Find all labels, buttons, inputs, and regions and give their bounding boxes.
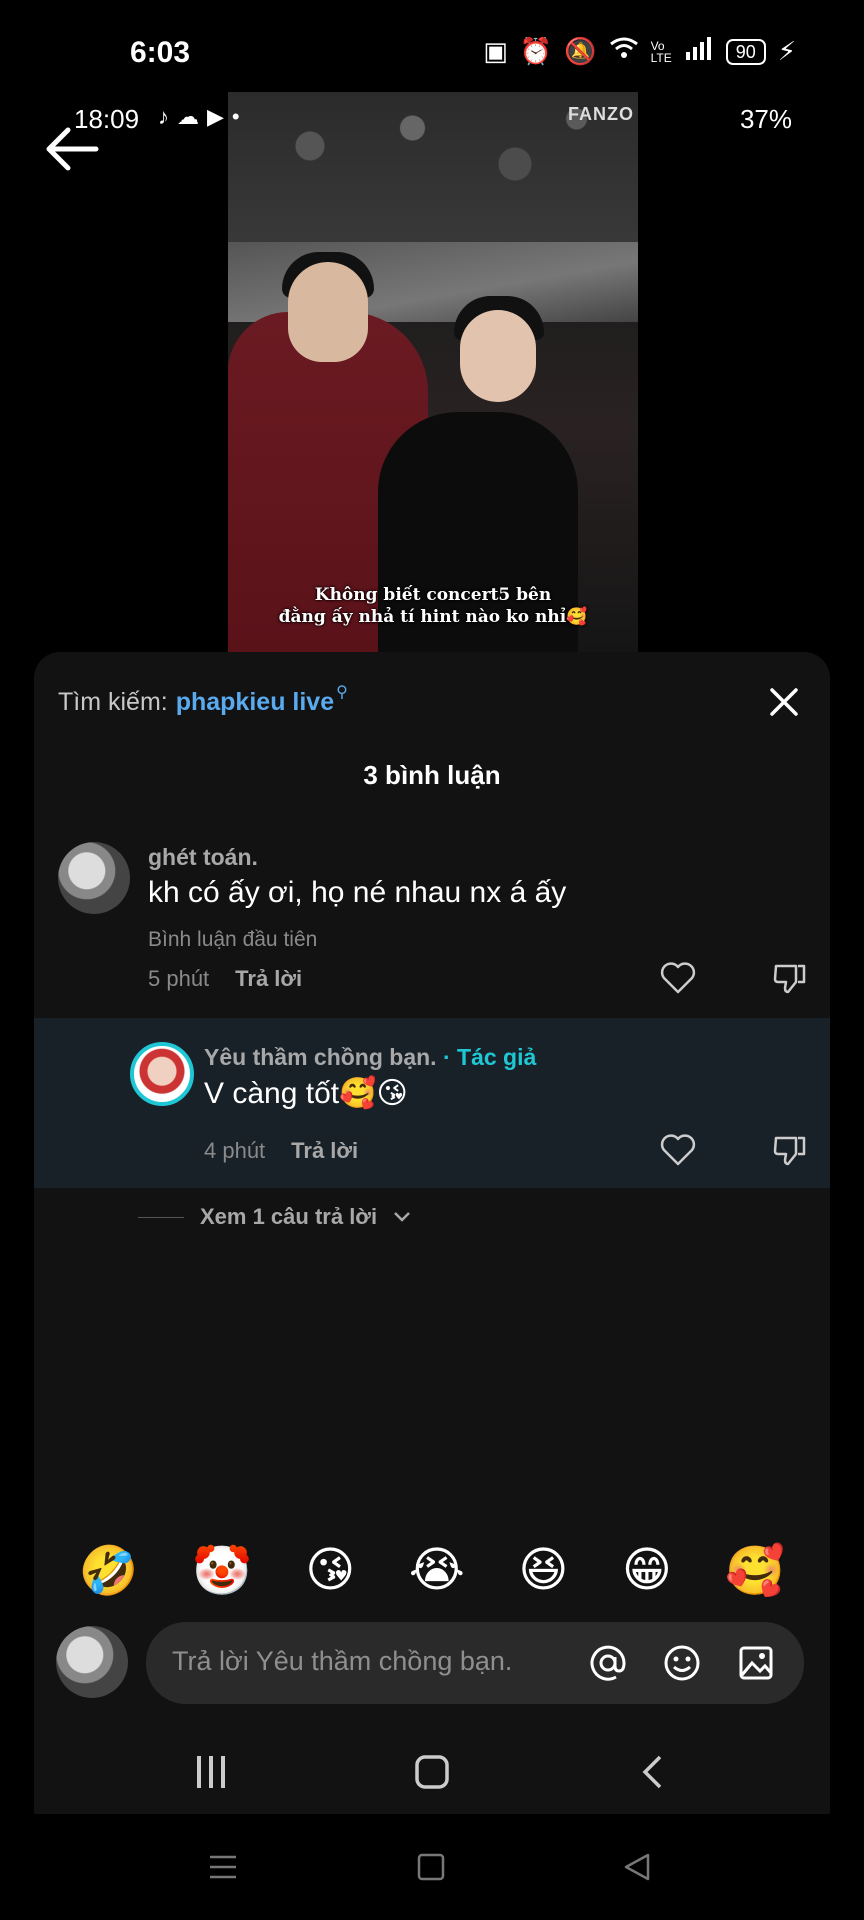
comment-item: ghét toán. kh có ấy ơi, họ né nhau nx á … [34,842,830,1002]
comment-text: kh có ấy ơi, họ né nhau nx á ấy [148,876,567,909]
like-button[interactable] [658,958,698,998]
thumbs-down-icon [773,964,806,994]
comment-time: 5 phút [148,966,210,991]
thumbs-down-icon [773,1136,806,1166]
weather-icon: ☁ [177,104,199,129]
emoji-laugh[interactable]: 😆 [518,1542,568,1599]
reply-item: Yêu thầm chồng bạn. · Tác giả V càng tốt… [34,1018,830,1188]
image-attach-button[interactable] [736,1643,776,1683]
emoji-quick-bar: 🤣 🤡 😘 😭 😆 😁 🥰 [34,1542,830,1599]
back-nav-icon[interactable] [640,1754,664,1790]
inner-nav-bar [34,1732,830,1812]
caption-line-1: Không biết concert5 bên [314,585,552,605]
back-button[interactable] [44,124,100,174]
view-more-replies-button[interactable]: Xem 1 câu trả lời [138,1204,411,1230]
author-tag: · Tác giả [442,1044,537,1070]
video-player[interactable]: FANZO Không biết concert5 bên đằng ấy nh… [228,92,638,652]
emoji-clown[interactable]: 🤡 [192,1542,252,1599]
tiktok-icon: ♪ [158,104,169,129]
youtube-icon: ▶ [207,104,224,129]
video-caption: Không biết concert5 bên đằng ấy nhả tí h… [228,584,638,628]
avatar[interactable] [130,1042,194,1106]
at-sign-icon [590,1645,626,1681]
reply-button[interactable]: Trả lời [235,966,302,992]
comments-count: 3 bình luận [363,760,501,790]
reply-input[interactable]: Trả lời Yêu thầm chồng bạn. [146,1622,804,1704]
home-icon[interactable] [416,1852,446,1882]
search-term-link[interactable]: phapkieu live [176,688,334,717]
caption-line-2: đằng ấy nhả tí hint nào ko nhỉ🥰 [278,607,588,627]
status-time: 6:03 [130,36,191,69]
first-comment-note: Bình luận đầu tiên [148,928,318,951]
signal-icon [684,36,714,67]
emoji-kiss[interactable]: 😘 [305,1542,355,1599]
search-label: Tìm kiếm: [58,687,168,716]
dislike-button[interactable] [770,958,810,998]
emoji-love[interactable]: 🥰 [725,1542,785,1599]
video-head-right [460,310,536,402]
comment-author[interactable]: Yêu thầm chồng bạn. [204,1044,437,1070]
chevron-down-icon [394,1212,410,1222]
recent-apps-icon[interactable] [194,1754,228,1790]
like-button[interactable] [658,1130,698,1170]
comment-meta: 5 phút Trả lời [148,966,302,992]
view-more-replies-label: Xem 1 câu trả lời [200,1204,378,1229]
status-icons: ▣ ⏰ 🔕 Vo LTE 90 ⚡ [483,36,796,67]
alarm-icon: ⏰ [519,36,553,66]
arrow-left-icon [46,127,99,171]
volte-icon: Vo LTE [650,38,672,65]
nfc-icon: ▣ [483,36,508,66]
video-head-left [288,262,368,362]
home-icon[interactable] [414,1754,450,1790]
inner-battery: 37% [739,104,792,134]
emoji-cry[interactable]: 😭 [409,1542,465,1599]
system-nav-bar [0,1830,864,1910]
close-icon [770,688,798,716]
inner-status-icons: ♪ ☁ ▶ • [158,104,240,130]
avatar [56,1626,128,1698]
video-watermark: FANZO [568,104,634,124]
dislike-button[interactable] [770,1130,810,1170]
battery-icon: 90 [725,38,766,65]
comment-time: 4 phút [204,1138,266,1163]
heart-icon [660,1134,696,1166]
search-icon: ⚲ [336,684,348,701]
avatar[interactable] [58,842,130,914]
comment-meta: 4 phút Trả lời [204,1138,358,1164]
smiley-icon [664,1645,700,1681]
comment-sheet: Tìm kiếm: phapkieu live ⚲ 3 bình luận gh… [34,652,830,1814]
image-icon [739,1646,773,1680]
comment-input-row: Trả lời Yêu thầm chồng bạn. [34,1622,830,1704]
reply-button[interactable]: Trả lời [291,1138,358,1164]
comment-author[interactable]: ghét toán. [148,844,258,871]
emoji-grin[interactable]: 😁 [622,1542,672,1599]
search-suggestion[interactable]: Tìm kiếm: phapkieu live ⚲ [58,682,348,722]
mute-icon: 🔕 [564,36,597,66]
charging-icon: ⚡ [777,36,796,66]
emoji-picker-button[interactable] [662,1643,702,1683]
heart-icon [660,962,696,994]
menu-icon[interactable] [208,1852,238,1882]
reply-input-placeholder: Trả lời Yêu thầm chồng bạn. [172,1646,513,1676]
comment-text: V càng tốt🥰😘 [204,1077,408,1110]
reply-author-line: Yêu thầm chồng bạn. · Tác giả [204,1044,536,1071]
dot-icon: • [231,104,240,129]
back-triangle-icon[interactable] [622,1852,652,1882]
emoji-rofl[interactable]: 🤣 [79,1542,139,1599]
divider [138,1216,184,1218]
close-button[interactable] [764,682,804,722]
wifi-icon [609,36,639,67]
mention-button[interactable] [588,1643,628,1683]
